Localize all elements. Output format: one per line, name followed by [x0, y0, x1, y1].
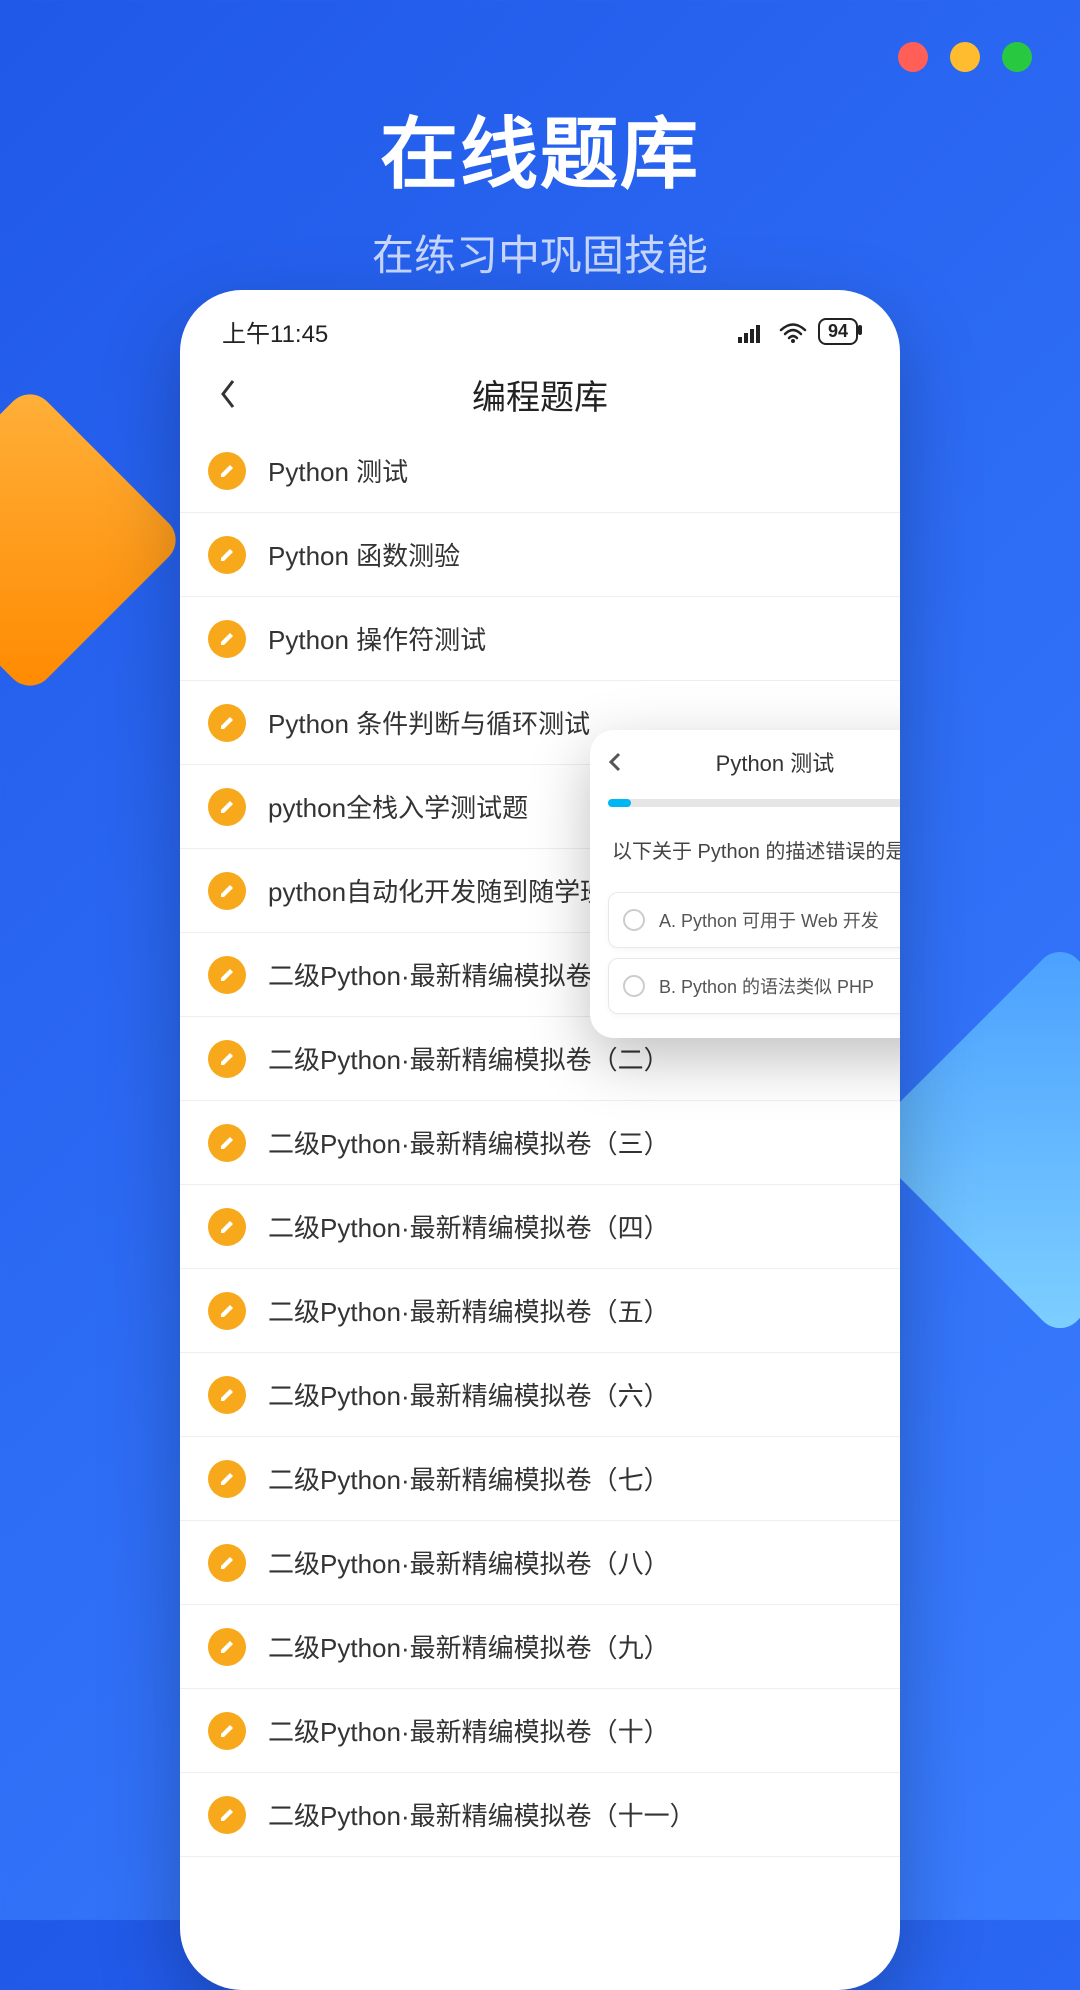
wifi-icon: [778, 321, 808, 343]
dot-red: [898, 42, 928, 72]
list-item-label: 二级Python·最新精编模拟卷（二）: [268, 1040, 670, 1077]
pencil-icon: [208, 1460, 246, 1498]
pencil-icon: [208, 1796, 246, 1834]
list-item[interactable]: 二级Python·最新精编模拟卷（十一）: [180, 1773, 900, 1857]
list-item-label: 二级Python·最新精编模拟卷（五）: [268, 1292, 670, 1329]
pencil-icon: [208, 956, 246, 994]
pencil-icon: [208, 1712, 246, 1750]
battery-badge: 94: [818, 318, 858, 345]
list-item-label: 二级Python·最新精编模拟卷（四）: [268, 1208, 670, 1245]
phone-frame: 上午11:45 94 编程题库 Python 测试 Python 函数测验 Py: [180, 290, 900, 1990]
quiz-popup-card: Python 测试 00:00:57 2/30 以下关于 Python 的描述错…: [590, 730, 900, 1038]
hd-signal-icon: [738, 321, 768, 343]
list-item-label: 二级Python·最新精编模拟卷（六）: [268, 1376, 670, 1413]
list-item[interactable]: Python 函数测验: [180, 513, 900, 597]
promo-subtitle: 在练习中巩固技能: [0, 222, 1080, 283]
pencil-icon: [208, 1628, 246, 1666]
list-item-label: Python 测试: [268, 452, 408, 489]
pencil-icon: [208, 1124, 246, 1162]
list-item-label: 二级Python·最新精编模拟卷（三）: [268, 1124, 670, 1161]
quiz-progress-fill: [608, 799, 631, 807]
status-right: 94: [738, 318, 858, 345]
pencil-icon: [208, 872, 246, 910]
list-item-label: 二级Python·最新精编模拟卷（七）: [268, 1460, 670, 1497]
pencil-icon: [208, 1544, 246, 1582]
list-item[interactable]: 二级Python·最新精编模拟卷（三）: [180, 1101, 900, 1185]
status-bar: 上午11:45 94: [180, 290, 900, 359]
quiz-bank-list[interactable]: Python 测试 Python 函数测验 Python 操作符测试 Pytho…: [180, 429, 900, 1857]
nav-bar: 编程题库: [180, 359, 900, 429]
list-item[interactable]: 二级Python·最新精编模拟卷（九）: [180, 1605, 900, 1689]
quiz-option-label: B. Python 的语法类似 PHP: [659, 973, 874, 999]
list-item[interactable]: Python 测试: [180, 429, 900, 513]
list-item[interactable]: 二级Python·最新精编模拟卷（十）: [180, 1689, 900, 1773]
status-time: 上午11:45: [222, 314, 328, 349]
list-item-label: Python 函数测验: [268, 536, 460, 573]
radio-icon: [623, 909, 645, 931]
list-item[interactable]: 二级Python·最新精编模拟卷（四）: [180, 1185, 900, 1269]
pencil-icon: [208, 1040, 246, 1078]
quiz-option[interactable]: B. Python 的语法类似 PHP: [608, 958, 900, 1014]
back-button[interactable]: [208, 374, 248, 414]
pencil-icon: [208, 704, 246, 742]
nav-title: 编程题库: [472, 370, 608, 419]
quiz-option-label: A. Python 可用于 Web 开发: [659, 907, 879, 933]
quiz-question: 以下关于 Python 的描述错误的是?: [590, 823, 900, 882]
pencil-icon: [208, 620, 246, 658]
radio-icon: [623, 975, 645, 997]
list-item-label: Python 条件判断与循环测试: [268, 704, 590, 741]
list-item-label: 二级Python·最新精编模拟卷（十一）: [268, 1796, 696, 1833]
list-item-label: python全栈入学测试题: [268, 788, 528, 825]
pencil-icon: [208, 536, 246, 574]
pencil-icon: [208, 1208, 246, 1246]
promo-title: 在线题库: [0, 92, 1080, 204]
quiz-back-button[interactable]: [608, 750, 632, 774]
list-item-label: 二级Python·最新精编模拟卷（九）: [268, 1628, 670, 1665]
list-item[interactable]: 二级Python·最新精编模拟卷（七）: [180, 1437, 900, 1521]
list-item[interactable]: 二级Python·最新精编模拟卷（六）: [180, 1353, 900, 1437]
quiz-title: Python 测试: [716, 746, 835, 778]
dot-green: [1002, 42, 1032, 72]
quiz-progress-track: [608, 799, 900, 807]
pencil-icon: [208, 1376, 246, 1414]
traffic-light-dots: [898, 42, 1032, 72]
list-item[interactable]: 二级Python·最新精编模拟卷（八）: [180, 1521, 900, 1605]
list-item-label: 二级Python·最新精编模拟卷（十）: [268, 1712, 670, 1749]
list-item-label: 二级Python·最新精编模拟卷（八）: [268, 1544, 670, 1581]
pencil-icon: [208, 452, 246, 490]
decorative-shape-left: [0, 384, 186, 695]
list-item-label: Python 操作符测试: [268, 620, 486, 657]
quiz-option[interactable]: A. Python 可用于 Web 开发: [608, 892, 900, 948]
dot-yellow: [950, 42, 980, 72]
list-item[interactable]: Python 操作符测试: [180, 597, 900, 681]
pencil-icon: [208, 788, 246, 826]
quiz-progress-row: 2/30: [590, 788, 900, 823]
list-item[interactable]: 二级Python·最新精编模拟卷（五）: [180, 1269, 900, 1353]
pencil-icon: [208, 1292, 246, 1330]
